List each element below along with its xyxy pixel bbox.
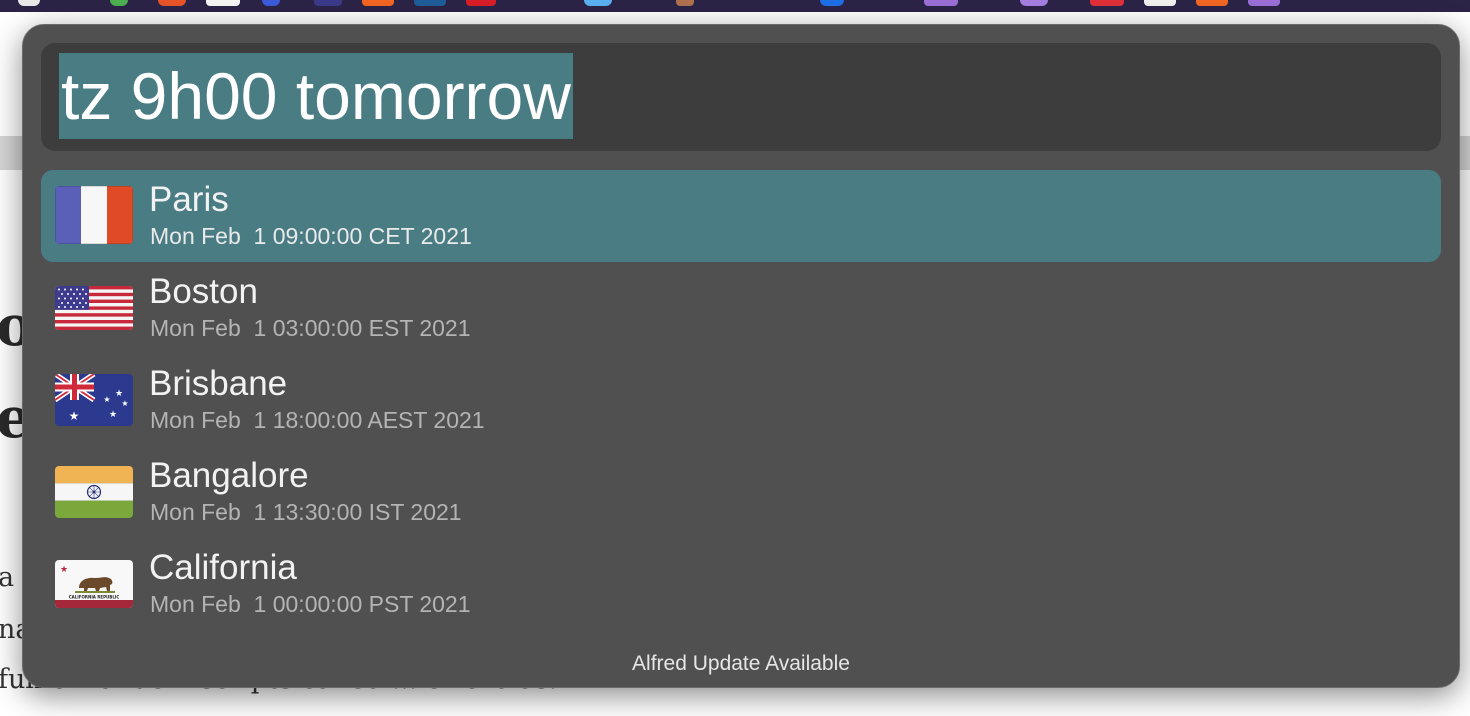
menu-bar-icon[interactable] [262,0,280,6]
result-item-boston[interactable]: Boston Mon Feb 1 03:00:00 EST 2021 [41,262,1441,354]
menu-bar [0,0,1470,12]
svg-text:★: ★ [109,410,117,420]
india-flag-icon [55,466,133,518]
menu-bar-icon[interactable] [676,0,694,6]
svg-text:★: ★ [103,395,110,404]
results-list: Paris Mon Feb 1 09:00:00 CET 2021 Boston… [41,170,1441,630]
menu-bar-icon[interactable] [1144,0,1176,6]
menu-bar-icon[interactable] [158,0,186,6]
menu-bar-icon[interactable] [1090,0,1124,6]
result-subtitle: Mon Feb 1 09:00:00 CET 2021 [150,223,472,249]
menu-bar-icon[interactable] [314,0,342,6]
svg-text:★: ★ [69,409,80,423]
result-subtitle: Mon Feb 1 00:00:00 PST 2021 [150,591,471,617]
result-item-bangalore[interactable]: Bangalore Mon Feb 1 13:30:00 IST 2021 [41,446,1441,538]
menu-bar-icon[interactable] [466,0,496,6]
svg-text:★: ★ [121,399,128,408]
menu-bar-icon[interactable] [1020,0,1048,6]
result-subtitle: Mon Feb 1 03:00:00 EST 2021 [150,315,471,341]
result-subtitle: Mon Feb 1 13:30:00 IST 2021 [150,499,462,525]
menu-bar-icon[interactable] [1248,0,1280,6]
menu-bar-icon[interactable] [414,0,446,6]
svg-text:★: ★ [60,565,68,575]
search-input[interactable]: tz 9h00 tomorrow [59,53,573,139]
result-title: Boston [149,272,258,311]
menu-bar-icon[interactable] [110,0,128,6]
result-item-paris[interactable]: Paris Mon Feb 1 09:00:00 CET 2021 [41,170,1441,262]
result-subtitle: Mon Feb 1 18:00:00 AEST 2021 [150,407,485,433]
result-title: Bangalore [149,456,309,495]
menu-bar-icon[interactable] [18,0,40,6]
alfred-window: tz 9h00 tomorrow Paris Mon Feb 1 09:00:0… [22,24,1460,688]
svg-text:★: ★ [115,389,123,399]
result-title: Brisbane [149,364,288,403]
result-title: California [149,548,297,587]
result-item-california[interactable]: ★ CALIFORNIA REPUBLIC California Mon Feb… [41,538,1441,630]
california-flag-icon: ★ CALIFORNIA REPUBLIC [55,560,133,608]
result-title: Paris [149,180,229,219]
menu-bar-icon[interactable] [584,0,612,6]
result-item-brisbane[interactable]: ★ ★ ★ ★ ★ Brisbane Mon Feb 1 18:00:00 AE… [41,354,1441,446]
menu-bar-icon[interactable] [924,0,958,6]
search-box[interactable]: tz 9h00 tomorrow [41,43,1441,151]
update-available-notice[interactable]: Alfred Update Available [23,651,1459,677]
usa-flag-icon [55,286,133,330]
france-flag-icon [55,186,133,244]
california-republic-caption: CALIFORNIA REPUBLIC [69,595,120,600]
menu-bar-icon[interactable] [820,0,844,6]
menu-bar-icon[interactable] [362,0,394,6]
menu-bar-icon[interactable] [1196,0,1228,6]
australia-flag-icon: ★ ★ ★ ★ ★ [55,374,133,426]
menu-bar-icon[interactable] [206,0,240,6]
